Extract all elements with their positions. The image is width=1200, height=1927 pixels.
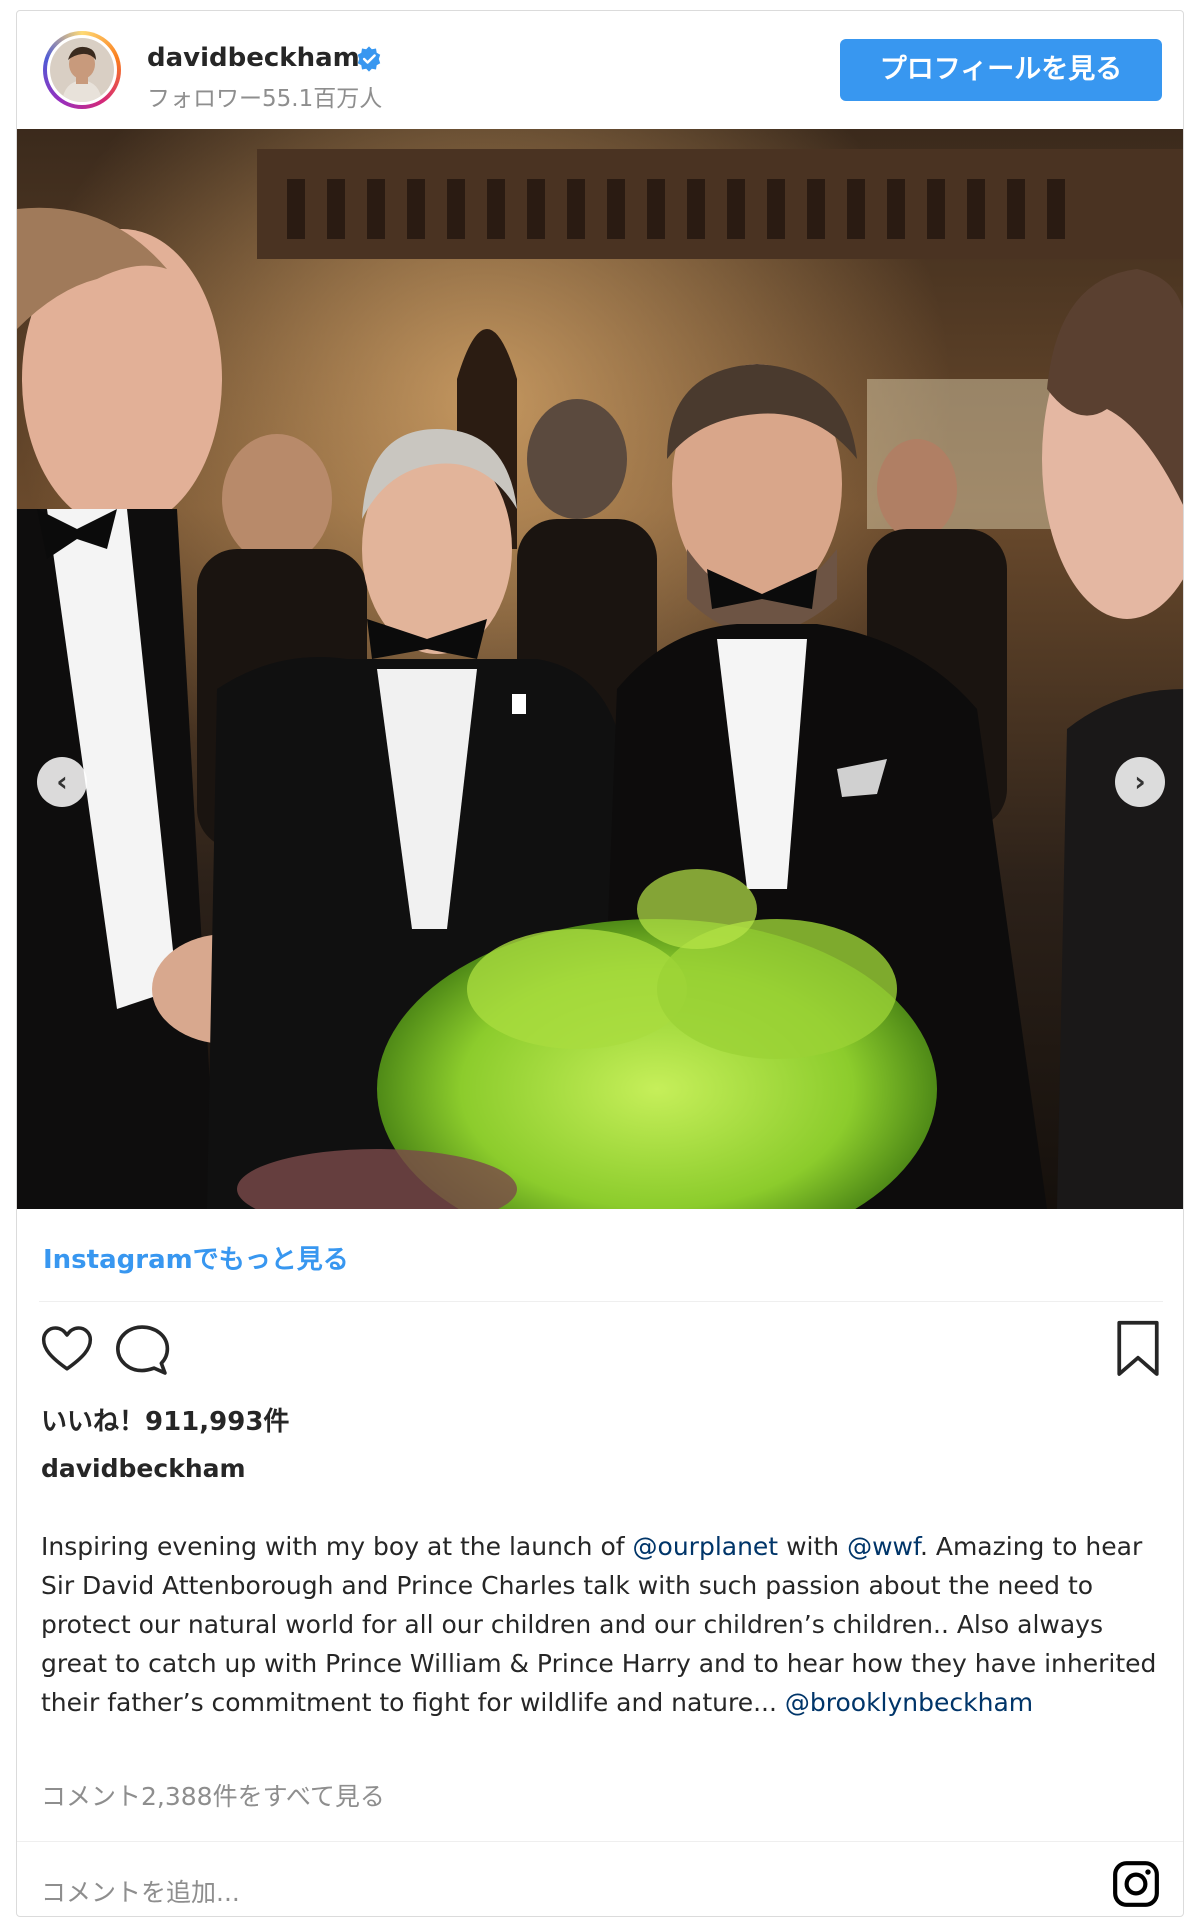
view-profile-button[interactable]: プロフィールを見る: [840, 39, 1162, 101]
verified-badge-icon: [357, 46, 381, 72]
carousel-next-button[interactable]: ›: [1115, 757, 1165, 807]
username[interactable]: davidbeckham: [147, 43, 360, 73]
mention-link[interactable]: @brooklynbeckham: [785, 1688, 1033, 1717]
mention-link[interactable]: @ourplanet: [633, 1532, 779, 1561]
follower-count: フォロワー55.1百万人: [147, 86, 383, 112]
instagram-embed-card: davidbeckham フォロワー55.1百万人 プロフィールを見る ‹ › …: [16, 10, 1184, 1917]
post-header: davidbeckham フォロワー55.1百万人 プロフィールを見る: [17, 11, 1183, 129]
instagram-logo-icon[interactable]: [1111, 1859, 1161, 1909]
add-comment-input[interactable]: コメントを追加...: [41, 1873, 240, 1909]
caption-username[interactable]: davidbeckham: [41, 1454, 246, 1483]
avatar[interactable]: [43, 31, 121, 109]
bookmark-icon[interactable]: [1113, 1319, 1163, 1379]
mention-link[interactable]: @wwf: [847, 1532, 920, 1561]
photo-illustration: [17, 129, 1183, 1209]
view-more-on-instagram-link[interactable]: Instagramでもっと見る: [43, 1239, 349, 1276]
carousel-prev-button[interactable]: ‹: [37, 757, 87, 807]
caption-text-part: with: [778, 1532, 848, 1561]
like-count[interactable]: いいね！911,993件: [41, 1401, 289, 1438]
caption-text-part: Inspiring evening with my boy at the lau…: [41, 1532, 633, 1561]
post-photo[interactable]: ‹ ›: [17, 129, 1183, 1209]
caption-text: Inspiring evening with my boy at the lau…: [41, 1527, 1161, 1722]
avatar-image: [47, 35, 117, 105]
speech-bubble-icon[interactable]: [113, 1321, 171, 1379]
heart-icon[interactable]: [39, 1321, 95, 1377]
divider: [39, 1301, 1163, 1302]
view-all-comments-link[interactable]: コメント2,388件をすべて見る: [41, 1777, 385, 1813]
divider: [17, 1841, 1183, 1842]
